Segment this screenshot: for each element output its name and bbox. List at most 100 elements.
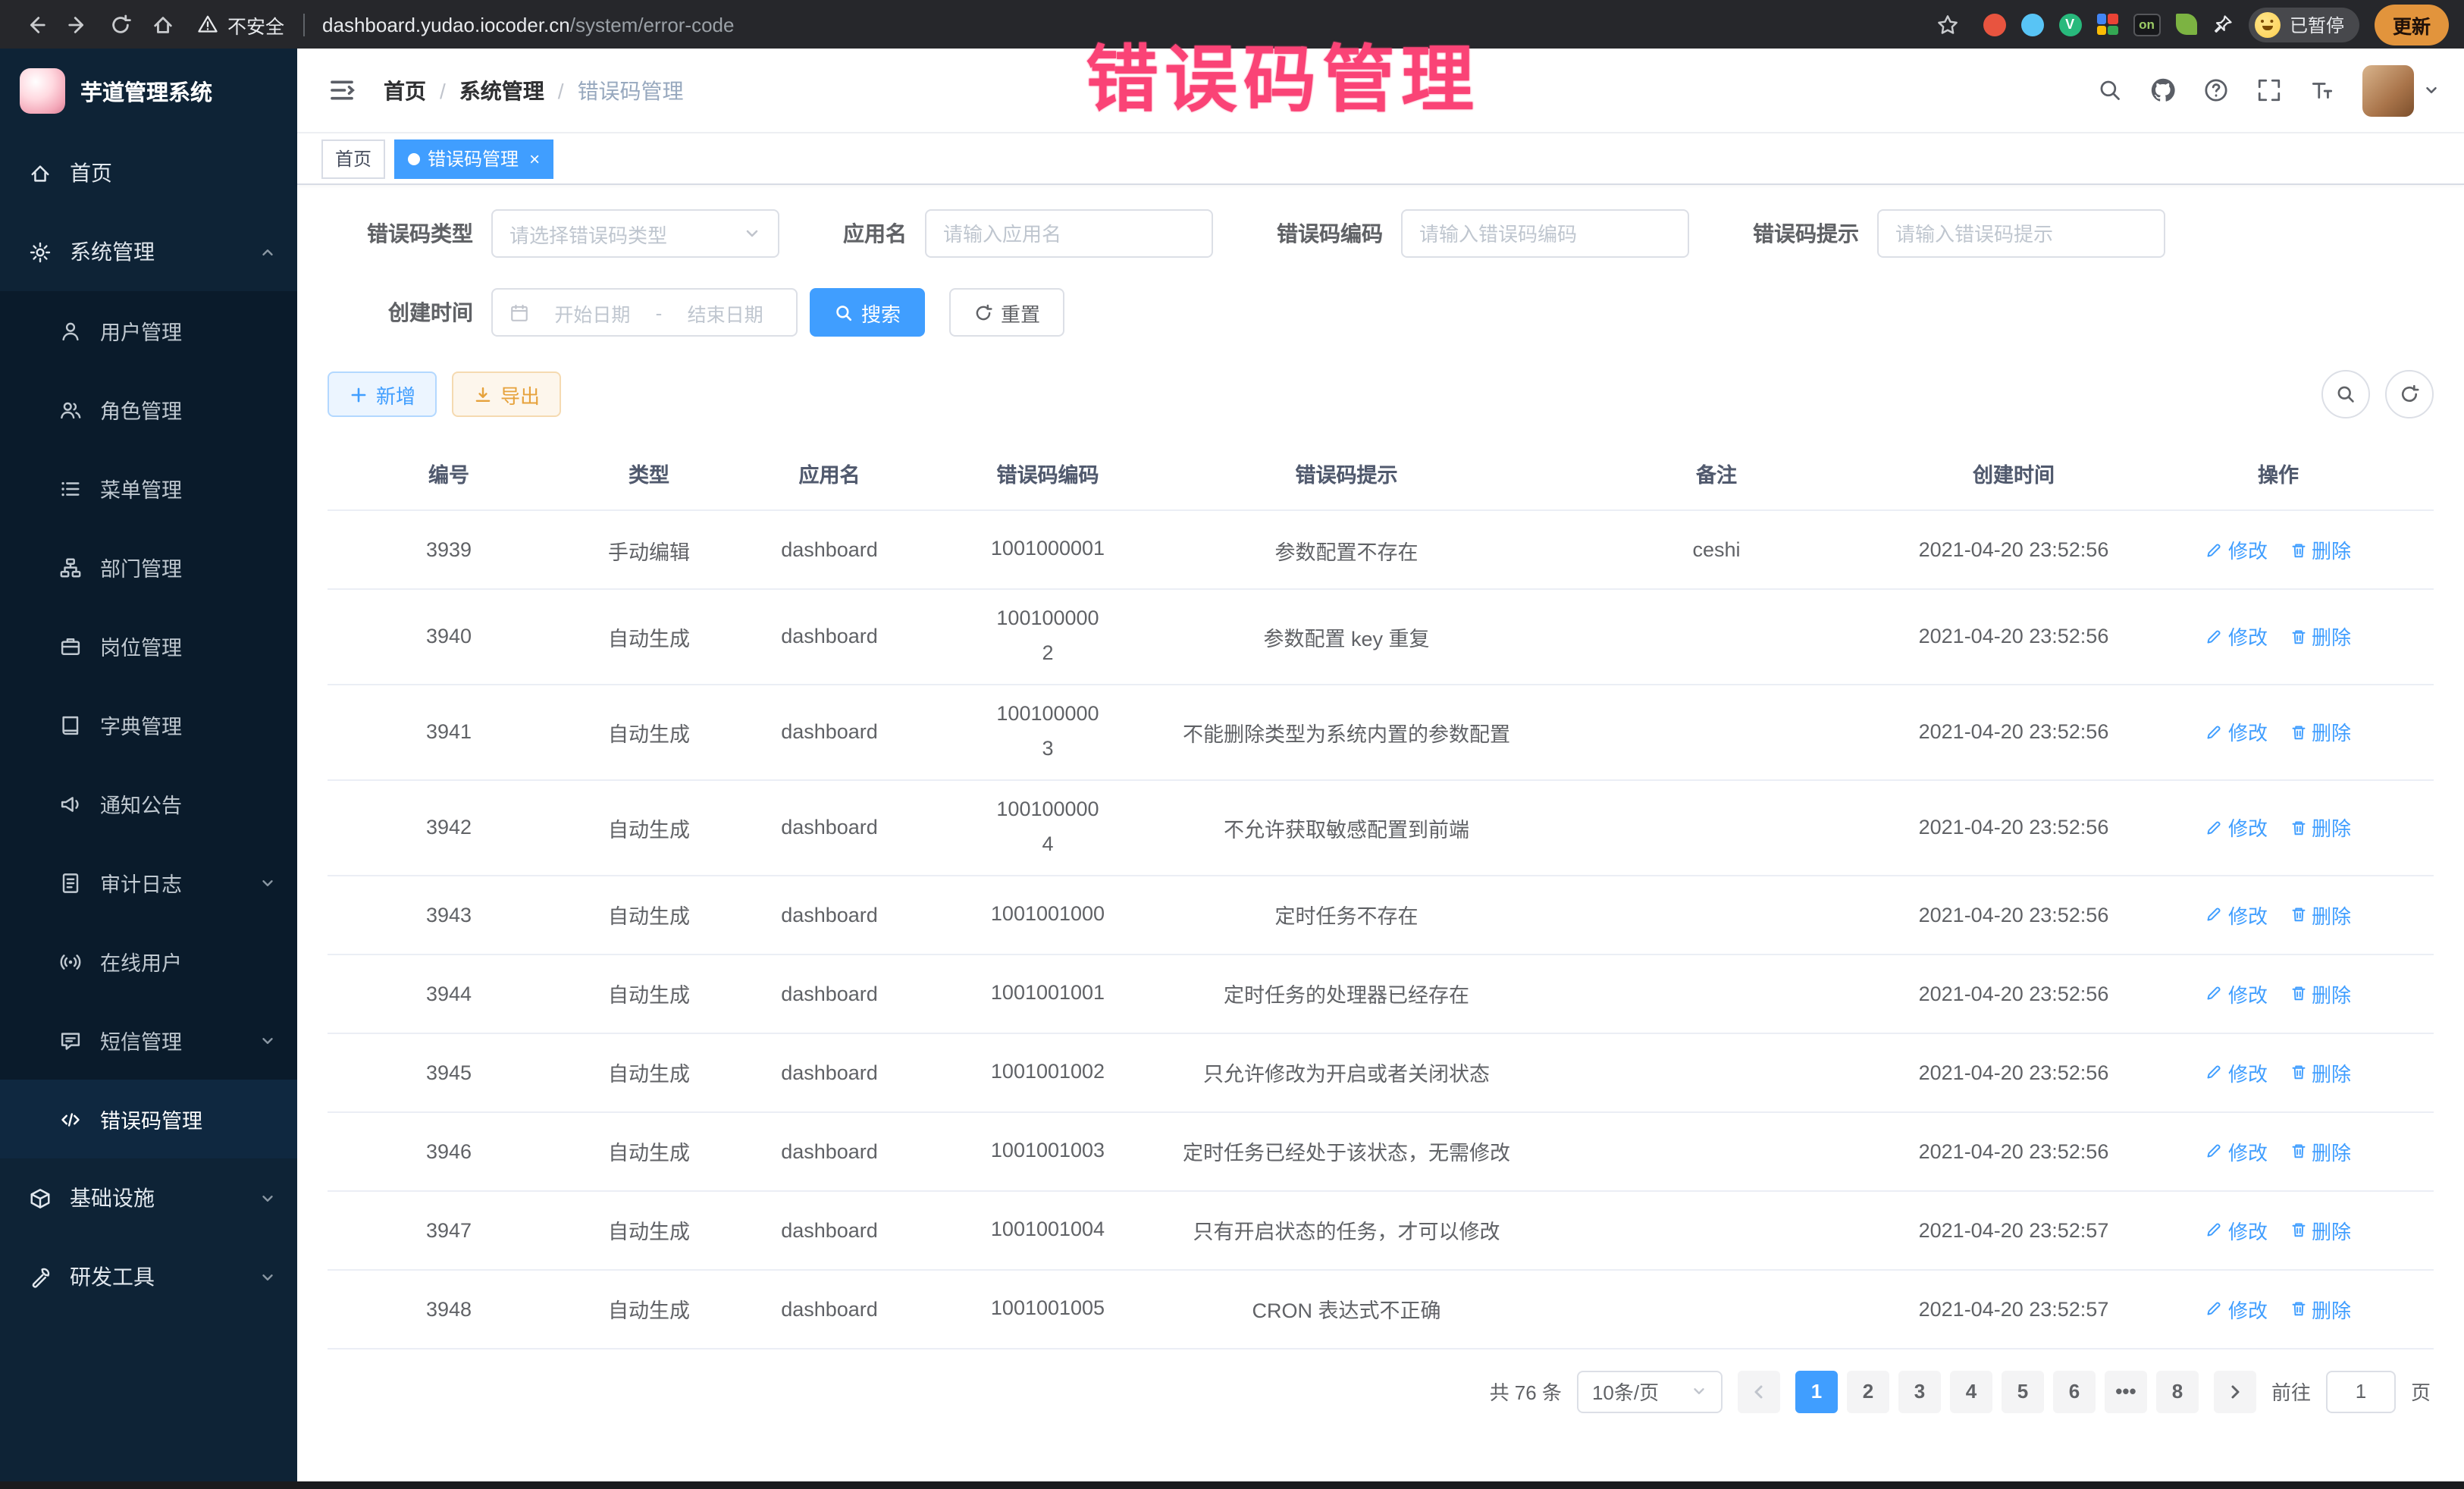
close-icon[interactable]: × <box>529 149 540 168</box>
app-logo[interactable]: 芋道管理系统 <box>0 49 297 133</box>
edit-link[interactable]: 修改 <box>2205 1058 2268 1086</box>
page-button-5[interactable]: 5 <box>2002 1370 2044 1412</box>
bookmark-star-icon[interactable] <box>1928 5 1967 44</box>
sidebar-item-infra[interactable]: 基础设施 <box>0 1158 297 1237</box>
edit-link[interactable]: 修改 <box>2205 622 2268 651</box>
show-search-button[interactable] <box>2321 370 2370 418</box>
page-button-1[interactable]: 1 <box>1795 1370 1838 1412</box>
sidebar-item-menu[interactable]: 菜单管理 <box>0 449 297 528</box>
edit-link[interactable]: 修改 <box>2205 900 2268 929</box>
page-size-select[interactable]: 10条/页 <box>1577 1370 1723 1412</box>
sidebar-item-dept[interactable]: 部门管理 <box>0 528 297 607</box>
delete-link[interactable]: 删除 <box>2289 535 2351 564</box>
search-icon[interactable] <box>2097 77 2123 103</box>
sidebar-item-error-code[interactable]: 错误码管理 <box>0 1080 297 1158</box>
tag-label: 首页 <box>335 146 371 171</box>
delete-link[interactable]: 删除 <box>2289 979 2351 1008</box>
sidebar-item-audit-log[interactable]: 审计日志 <box>0 843 297 922</box>
sidebar-item-online-user[interactable]: 在线用户 <box>0 922 297 1001</box>
next-page-button[interactable] <box>2214 1370 2256 1412</box>
cell-code: 1001001000 <box>931 875 1165 954</box>
edit-link[interactable]: 修改 <box>2205 1215 2268 1244</box>
fullscreen-icon[interactable] <box>2256 77 2282 103</box>
url-bar[interactable]: dashboard.yudao.iocoder.cn/system/error-… <box>322 13 1910 36</box>
browser-forward-icon[interactable] <box>58 5 97 44</box>
user-menu[interactable] <box>2362 64 2440 116</box>
tab-active[interactable]: 错误码管理× <box>394 139 553 178</box>
cell-code: 1001001002 <box>931 1033 1165 1111</box>
delete-link[interactable]: 删除 <box>2289 1294 2351 1323</box>
home-icon <box>27 161 52 185</box>
page-button-6[interactable]: 6 <box>2053 1370 2096 1412</box>
cell-code: 1001000001 <box>931 510 1165 589</box>
delete-link[interactable]: 删除 <box>2289 813 2351 842</box>
browser-reload-icon[interactable] <box>100 5 140 44</box>
chrome-update-button[interactable]: 更新 <box>2375 4 2449 45</box>
pin-extension-icon[interactable] <box>2212 14 2234 35</box>
sidebar-item-dict[interactable]: 字典管理 <box>0 685 297 764</box>
browser-back-icon[interactable] <box>15 5 55 44</box>
sidebar-item-devtool[interactable]: 研发工具 <box>0 1237 297 1316</box>
v-extension-icon[interactable]: V <box>2058 13 2081 36</box>
edit-link[interactable]: 修改 <box>2205 813 2268 842</box>
delete-link[interactable]: 删除 <box>2289 1058 2351 1086</box>
edit-link[interactable]: 修改 <box>2205 979 2268 1008</box>
page-button-2[interactable]: 2 <box>1847 1370 1889 1412</box>
goto-page-input[interactable] <box>2326 1370 2396 1412</box>
palette-extension-icon[interactable] <box>2096 14 2118 35</box>
sidebar-item-role[interactable]: 角色管理 <box>0 370 297 449</box>
sidebar-collapse-icon[interactable] <box>321 70 362 111</box>
sidebar-item-system[interactable]: 系统管理 <box>0 212 297 291</box>
users-icon <box>58 397 82 422</box>
sidebar-item-notice[interactable]: 通知公告 <box>0 764 297 843</box>
error-code-input[interactable] <box>1401 209 1689 258</box>
cell-code: 100100000 3 <box>931 685 1165 780</box>
delete-link[interactable]: 删除 <box>2289 900 2351 929</box>
font-size-icon[interactable] <box>2309 77 2335 103</box>
record-extension-icon[interactable] <box>1983 13 2005 36</box>
edit-link[interactable]: 修改 <box>2205 718 2268 747</box>
tab-item[interactable]: 首页 <box>321 139 385 178</box>
error-hint-input[interactable] <box>1877 209 2165 258</box>
sidebar-item-sms[interactable]: 短信管理 <box>0 1001 297 1080</box>
delete-link[interactable]: 删除 <box>2289 1215 2351 1244</box>
breadcrumb-item[interactable]: 首页 <box>384 75 426 105</box>
edit-link[interactable]: 修改 <box>2205 1294 2268 1323</box>
refresh-table-button[interactable] <box>2385 370 2434 418</box>
search-button[interactable]: 搜索 <box>810 288 925 337</box>
sidebar-item-user[interactable]: 用户管理 <box>0 291 297 370</box>
date-separator: - <box>656 301 663 324</box>
sidebar-item-post[interactable]: 岗位管理 <box>0 607 297 685</box>
sidebar-item-home[interactable]: 首页 <box>0 133 297 212</box>
breadcrumb-item[interactable]: 系统管理 <box>459 75 544 105</box>
reset-button[interactable]: 重置 <box>949 288 1064 337</box>
export-button[interactable]: 导出 <box>452 371 561 417</box>
delete-link[interactable]: 删除 <box>2289 718 2351 747</box>
browser-home-icon[interactable] <box>143 5 182 44</box>
page-button-3[interactable]: 3 <box>1898 1370 1941 1412</box>
add-button[interactable]: 新增 <box>328 371 437 417</box>
page-button-4[interactable]: 4 <box>1950 1370 1992 1412</box>
edit-link[interactable]: 修改 <box>2205 535 2268 564</box>
delete-link[interactable]: 删除 <box>2289 622 2351 651</box>
chevron-down-icon <box>259 1190 276 1206</box>
switch-extension-icon[interactable]: on <box>2133 13 2161 36</box>
table-row: 3946自动生成dashboard1001001003定时任务已经处于该状态，无… <box>328 1111 2434 1190</box>
leaf-extension-icon[interactable] <box>2176 14 2197 35</box>
logo-avatar <box>20 68 65 114</box>
app-name-input[interactable] <box>925 209 1213 258</box>
create-time-range-picker[interactable]: 开始日期 - 结束日期 <box>491 288 798 337</box>
more-pages-button[interactable]: ••• <box>2105 1370 2147 1412</box>
prev-page-button[interactable] <box>1738 1370 1780 1412</box>
cell-hint: 只有开启状态的任务，才可以修改 <box>1165 1190 1528 1269</box>
drop-extension-icon[interactable] <box>2020 13 2043 36</box>
help-icon[interactable] <box>2203 77 2229 103</box>
github-icon[interactable] <box>2150 77 2176 103</box>
delete-link[interactable]: 删除 <box>2289 1136 2351 1165</box>
cell-id: 3940 <box>328 589 570 685</box>
security-chip[interactable]: 不安全 <box>197 10 284 39</box>
profile-paused-badge[interactable]: 已暂停 <box>2249 7 2359 42</box>
page-button-8[interactable]: 8 <box>2156 1370 2199 1412</box>
error-type-select[interactable]: 请选择错误码类型 <box>491 209 779 258</box>
edit-link[interactable]: 修改 <box>2205 1136 2268 1165</box>
